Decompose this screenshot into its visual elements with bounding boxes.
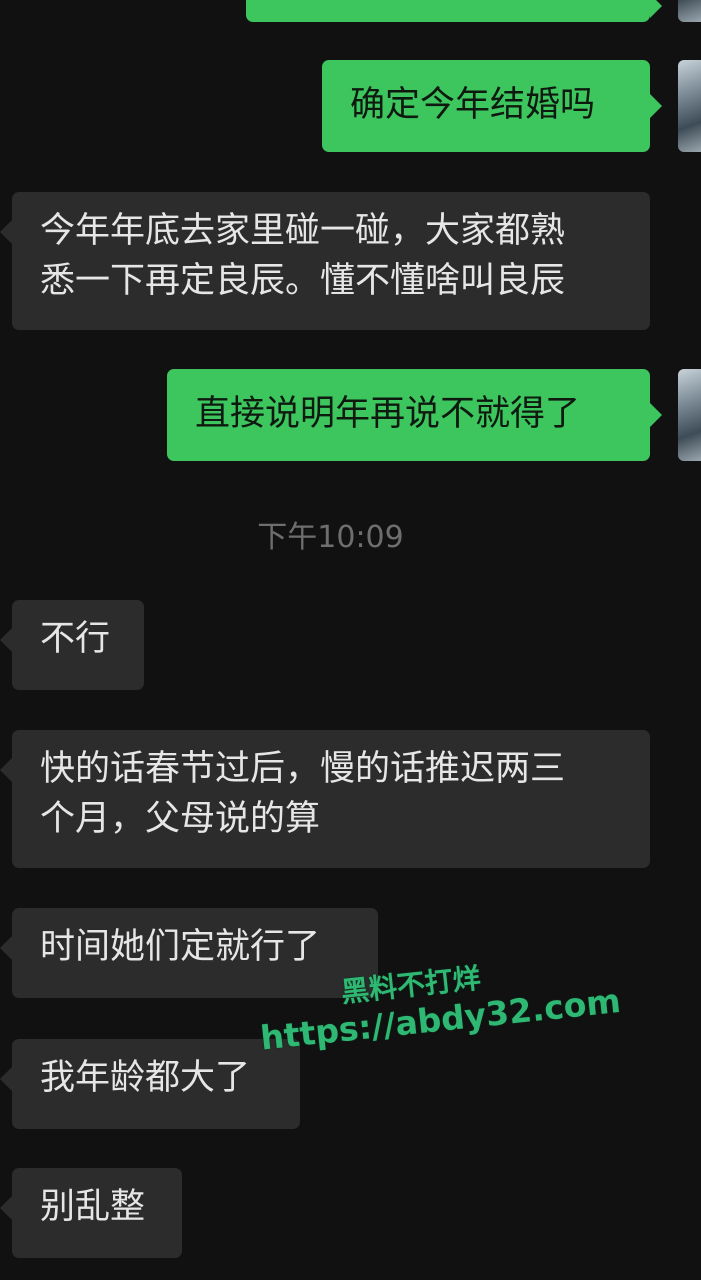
message-bubble-outgoing[interactable]: 确定今年结婚吗 (322, 60, 662, 152)
message-text: 时间她们定就行了 (40, 927, 321, 967)
self-avatar[interactable] (678, 60, 701, 152)
message-bubble-incoming[interactable]: 时间她们定就行了 (0, 908, 378, 998)
message-text: 不行 (40, 619, 111, 659)
message-bubble-incoming[interactable]: 今年年底去家里碰一碰，大家都熟 悉一下再定良辰。懂不懂啥叫良辰 (0, 192, 650, 330)
message-text-line: 今年年底去家里碰一碰，大家都熟 (40, 211, 566, 251)
message-bubble-outgoing-partial[interactable] (246, 0, 662, 22)
self-avatar[interactable] (678, 369, 701, 461)
message-bubble-incoming[interactable]: 我年龄都大了 (0, 1039, 300, 1129)
self-avatar[interactable] (678, 0, 701, 22)
message-bubble-incoming[interactable]: 别乱整 (0, 1168, 182, 1258)
message-text: 确定今年结婚吗 (350, 85, 596, 125)
message-bubble-incoming[interactable]: 快的话春节过后，慢的话推迟两三 个月，父母说的算 (0, 730, 650, 868)
message-timestamp: 下午10:09 (257, 520, 404, 555)
message-text: 别乱整 (40, 1187, 146, 1227)
message-text-line: 快的话春节过后，慢的话推迟两三 (40, 749, 566, 789)
chat-view: 确定今年结婚吗 今年年底去家里碰一碰，大家都熟 悉一下再定良辰。懂不懂啥叫良辰 … (0, 0, 701, 1280)
message-bubble-incoming[interactable]: 不行 (0, 600, 144, 690)
message-bubble-outgoing[interactable]: 直接说明年再说不就得了 (167, 369, 662, 461)
watermark-title: 黑料不打烊 (339, 961, 483, 1009)
message-text: 我年龄都大了 (40, 1058, 251, 1098)
message-text-line: 个月，父母说的算 (40, 799, 321, 839)
message-text-line: 悉一下再定良辰。懂不懂啥叫良辰 (40, 261, 566, 301)
message-text: 直接说明年再说不就得了 (195, 394, 581, 434)
